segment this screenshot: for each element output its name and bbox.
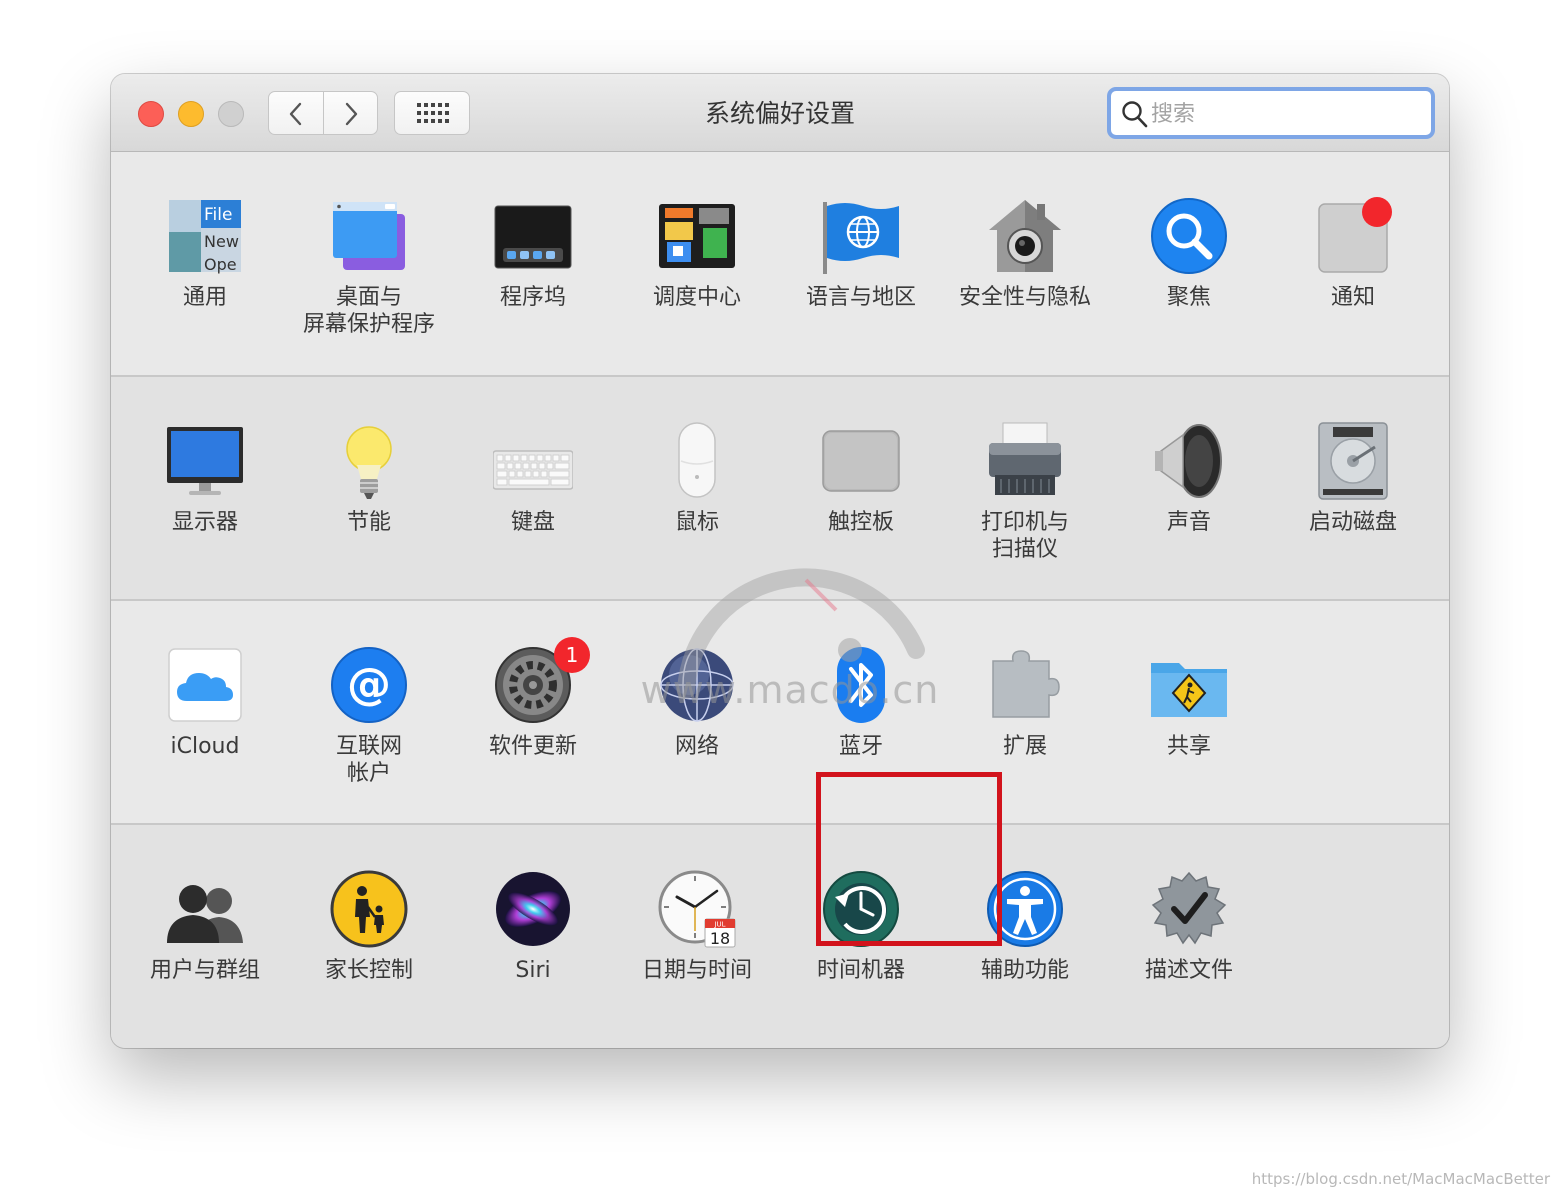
pane-label: 家长控制	[324, 958, 413, 983]
pane-mouse[interactable]: 鼠标	[615, 377, 779, 577]
pane-internet-accounts[interactable]: @ 互联网 帐户	[287, 601, 451, 801]
pane-label: 日期与时间	[641, 958, 752, 983]
search-icon	[1122, 101, 1148, 128]
pane-label: 语言与地区	[805, 285, 916, 310]
pane-label: 聚焦	[1166, 285, 1211, 310]
pane-security-privacy[interactable]: 安全性与隐私	[943, 152, 1107, 352]
pane-date-time[interactable]: JUL 18 日期与时间	[615, 825, 779, 1025]
pane-label: 扩展	[1002, 734, 1047, 759]
highlight-box	[816, 772, 1002, 946]
trackpad-icon	[822, 430, 900, 492]
pane-label: 程序坞	[499, 285, 566, 310]
watermark-text: www.macdo.cn	[640, 668, 940, 712]
title-bar: 系统偏好设置	[111, 74, 1449, 152]
pane-trackpad[interactable]: 触控板	[779, 377, 943, 577]
pane-displays[interactable]: 显示器	[123, 377, 287, 577]
calendar-day: 18	[710, 929, 730, 948]
update-badge: 1	[554, 637, 590, 673]
pane-label: 安全性与隐私	[958, 285, 1091, 310]
date-time-icon: JUL 18	[658, 870, 736, 948]
pane-extensions[interactable]: 扩展	[943, 601, 1107, 801]
calendar-month: JUL	[713, 921, 725, 929]
profiles-icon	[1151, 871, 1227, 945]
pane-label: 调度中心	[652, 285, 741, 310]
pane-label: 通知	[1330, 285, 1375, 310]
printers-scanners-icon	[989, 422, 1061, 495]
users-groups-icon	[167, 885, 243, 943]
mouse-icon	[678, 422, 716, 498]
pane-desktop-screensaver[interactable]: 桌面与 屏幕保护程序	[287, 152, 451, 352]
general-icon-file: File	[204, 205, 232, 225]
pane-label: 键盘	[510, 510, 555, 535]
pane-label: 描述文件	[1144, 958, 1233, 983]
pane-mission-control[interactable]: 调度中心	[615, 152, 779, 352]
pane-profiles[interactable]: 描述文件	[1107, 825, 1271, 1025]
pane-label: 软件更新	[488, 734, 577, 759]
dock-icon	[494, 205, 572, 269]
pane-label: 鼠标	[674, 510, 719, 535]
mission-control-icon	[659, 204, 735, 268]
preferences-section-system: 用户与群组 家长控制 Siri JUL 18 日期与时间 时间机器 辅助功能 描…	[111, 823, 1449, 1048]
energy-saver-icon	[346, 426, 392, 499]
search-field[interactable]	[1107, 87, 1435, 139]
pane-label: 互联网 帐户	[335, 734, 402, 786]
pane-label: 启动磁盘	[1308, 510, 1397, 535]
pane-users-groups[interactable]: 用户与群组	[123, 825, 287, 1025]
pane-software-update[interactable]: 1 软件更新	[451, 601, 615, 801]
extensions-icon	[992, 650, 1060, 718]
pane-parental-controls[interactable]: 家长控制	[287, 825, 451, 1025]
system-preferences-window: 系统偏好设置 File New Ope 通用	[111, 74, 1449, 1048]
general-icon-open: Ope	[204, 255, 237, 274]
pane-spotlight[interactable]: 聚焦	[1107, 152, 1271, 352]
preferences-section-hardware: 显示器 节能 键盘 鼠标 触控板 打印机与 扫描仪 声音 启动磁盘	[111, 375, 1449, 599]
desktop-screensaver-icon	[333, 202, 405, 270]
keyboard-icon	[493, 450, 573, 490]
notifications-icon	[1318, 197, 1392, 273]
pane-label: 显示器	[171, 510, 238, 535]
pane-language-region[interactable]: 语言与地区	[779, 152, 943, 352]
general-icon-new: New	[204, 232, 239, 251]
svg-text:@: @	[347, 659, 391, 710]
pane-dock[interactable]: 程序坞	[451, 152, 615, 352]
pane-label: 时间机器	[816, 958, 905, 983]
pane-label: 桌面与 屏幕保护程序	[302, 285, 435, 337]
pane-general[interactable]: File New Ope 通用	[123, 152, 287, 352]
parental-controls-icon	[330, 870, 408, 948]
pane-energy-saver[interactable]: 节能	[287, 377, 451, 577]
pane-label: 辅助功能	[980, 958, 1069, 983]
internet-accounts-icon: @	[331, 647, 407, 723]
sound-icon	[1155, 424, 1222, 498]
pane-printers-scanners[interactable]: 打印机与 扫描仪	[943, 377, 1107, 577]
language-region-icon	[823, 202, 899, 274]
pane-label: 触控板	[827, 510, 894, 535]
pane-label: 蓝牙	[838, 734, 883, 759]
pane-label: 节能	[346, 510, 391, 535]
pane-sharing[interactable]: 共享	[1107, 601, 1271, 801]
spotlight-icon	[1151, 198, 1227, 274]
pane-notifications[interactable]: 通知	[1271, 152, 1435, 352]
pane-label: Siri	[515, 958, 551, 983]
sharing-icon	[1151, 663, 1227, 717]
siri-icon	[496, 872, 570, 946]
search-input[interactable]	[1149, 95, 1423, 133]
pane-siri[interactable]: Siri	[451, 825, 615, 1025]
startup-disk-icon	[1318, 422, 1388, 500]
pane-label: 打印机与 扫描仪	[980, 510, 1069, 562]
source-credit: https://blog.csdn.net/MacMacMacBetter	[1251, 1170, 1550, 1188]
general-icon: File New Ope	[169, 200, 241, 274]
preferences-section-personal: File New Ope 通用 桌面与 屏幕保护程序 程序坞 调度中心 语言与地…	[111, 152, 1449, 375]
pane-label: 声音	[1166, 510, 1211, 535]
pane-label: 网络	[674, 734, 719, 759]
security-privacy-icon	[989, 200, 1061, 272]
pane-startup-disk[interactable]: 启动磁盘	[1271, 377, 1435, 577]
icloud-icon	[168, 648, 242, 722]
pane-label: 通用	[182, 285, 227, 310]
pane-keyboard[interactable]: 键盘	[451, 377, 615, 577]
pane-sound[interactable]: 声音	[1107, 377, 1271, 577]
pane-label: iCloud	[170, 734, 240, 759]
pane-icloud[interactable]: iCloud	[123, 601, 287, 801]
pane-label: 共享	[1166, 734, 1211, 759]
displays-icon	[167, 427, 243, 495]
pane-label: 用户与群组	[149, 958, 260, 983]
